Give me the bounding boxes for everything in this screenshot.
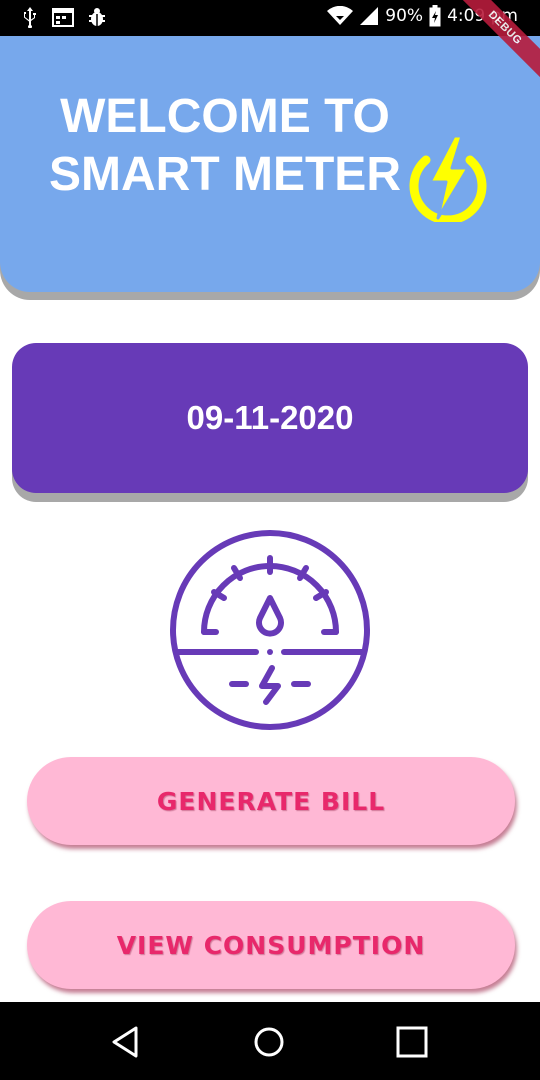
view-consumption-label: VIEW CONSUMPTION <box>116 930 426 960</box>
generate-bill-label: GENERATE BILL <box>156 786 386 816</box>
usb-icon <box>24 7 36 28</box>
page-title: WELCOME TO SMART METER <box>49 90 401 201</box>
view-consumption-button[interactable]: VIEW CONSUMPTION <box>27 901 515 989</box>
bug-icon <box>89 8 105 26</box>
date-card: 09-11-2020 <box>12 343 528 493</box>
calendar-icon <box>52 8 74 27</box>
battery-percentage: 90% <box>385 6 424 26</box>
signal-icon <box>360 7 379 25</box>
home-icon[interactable] <box>247 1020 291 1064</box>
generate-bill-button[interactable]: GENERATE BILL <box>27 757 515 845</box>
status-bar-notifications <box>22 6 106 28</box>
header: WELCOME TO SMART METER <box>0 36 540 292</box>
navigation-bar <box>0 1002 540 1080</box>
smart-meter-gauge-icon <box>170 530 370 730</box>
recents-icon[interactable] <box>390 1020 434 1064</box>
back-icon[interactable] <box>104 1020 148 1064</box>
wifi-icon <box>327 6 354 25</box>
status-bar: 90% 4:09 pm <box>0 0 540 36</box>
current-date: 09-11-2020 <box>186 399 354 436</box>
lightning-bolt-icon <box>409 134 487 222</box>
battery-icon <box>429 5 441 27</box>
